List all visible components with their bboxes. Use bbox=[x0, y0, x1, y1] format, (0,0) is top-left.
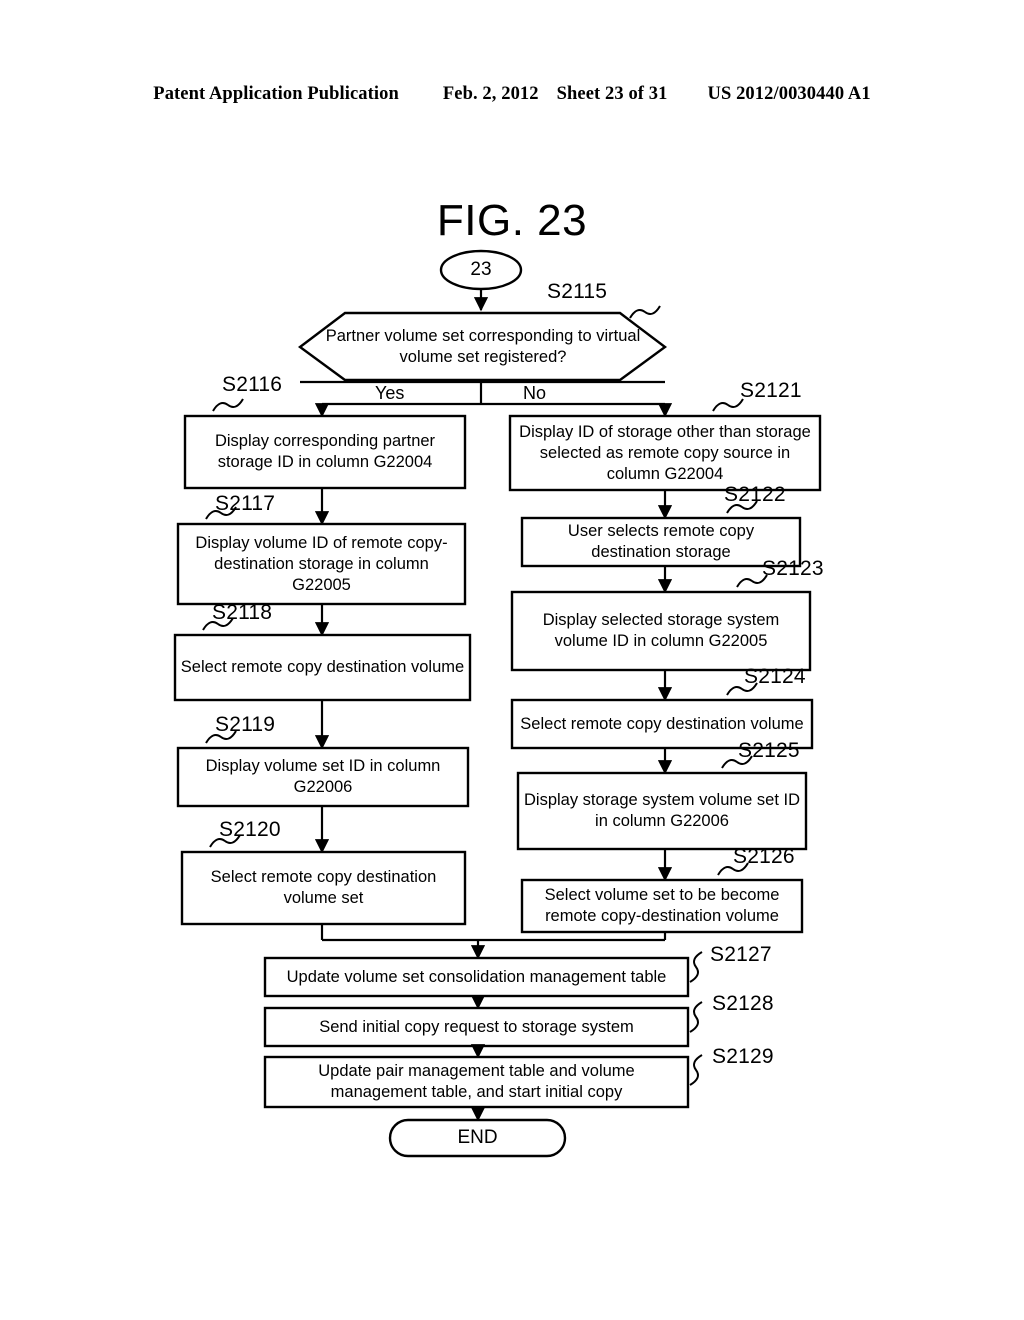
process-box-s2128 bbox=[263, 1006, 690, 1048]
process-box-s2125 bbox=[516, 771, 808, 851]
process-box-s2119 bbox=[176, 746, 470, 808]
process-box-s2127 bbox=[263, 956, 690, 998]
flowchart-diagram bbox=[173, 249, 822, 1158]
process-box-s2116 bbox=[183, 414, 467, 490]
terminator-end bbox=[388, 1118, 567, 1158]
step-label-s2124: S2124 bbox=[744, 665, 806, 688]
step-label-s2128: S2128 bbox=[712, 992, 774, 1015]
decision-hexagon-s2115 bbox=[297, 311, 668, 382]
process-box-s2129 bbox=[263, 1055, 690, 1109]
branch-label-no: No bbox=[523, 383, 547, 403]
process-box-s2120 bbox=[180, 850, 467, 926]
branch-label-yes: Yes bbox=[375, 383, 405, 403]
process-box-s2122 bbox=[520, 516, 802, 568]
step-label-s2118: S2118 bbox=[212, 601, 273, 624]
leader-s2127 bbox=[689, 951, 703, 983]
step-label-s2115: S2115 bbox=[547, 280, 608, 303]
step-label-s2123: S2123 bbox=[762, 557, 824, 580]
step-label-s2125: S2125 bbox=[738, 739, 800, 762]
process-box-s2117 bbox=[176, 522, 467, 606]
step-label-s2121: S2121 bbox=[740, 379, 802, 402]
leader-s2115 bbox=[629, 305, 661, 319]
leader-s2116 bbox=[212, 398, 244, 412]
step-label-s2126: S2126 bbox=[733, 845, 795, 868]
step-label-s2117: S2117 bbox=[215, 492, 276, 515]
leader-s2129 bbox=[689, 1054, 703, 1086]
step-label-s2127: S2127 bbox=[710, 943, 772, 966]
process-box-s2118 bbox=[173, 633, 472, 702]
leader-s2121 bbox=[712, 398, 744, 412]
step-label-s2119: S2119 bbox=[215, 713, 276, 736]
step-label-s2122: S2122 bbox=[724, 483, 786, 506]
patent-figure-page: Patent Application Publication Feb. 2, 20… bbox=[0, 0, 1024, 1320]
leader-s2128 bbox=[689, 1001, 703, 1033]
process-box-s2123 bbox=[510, 590, 812, 672]
process-box-s2126 bbox=[520, 878, 804, 934]
step-label-s2129: S2129 bbox=[712, 1045, 774, 1068]
offpage-connector-23 bbox=[439, 249, 523, 291]
step-label-s2120: S2120 bbox=[219, 818, 281, 841]
process-box-s2121 bbox=[508, 414, 822, 492]
step-label-s2116: S2116 bbox=[222, 373, 283, 396]
